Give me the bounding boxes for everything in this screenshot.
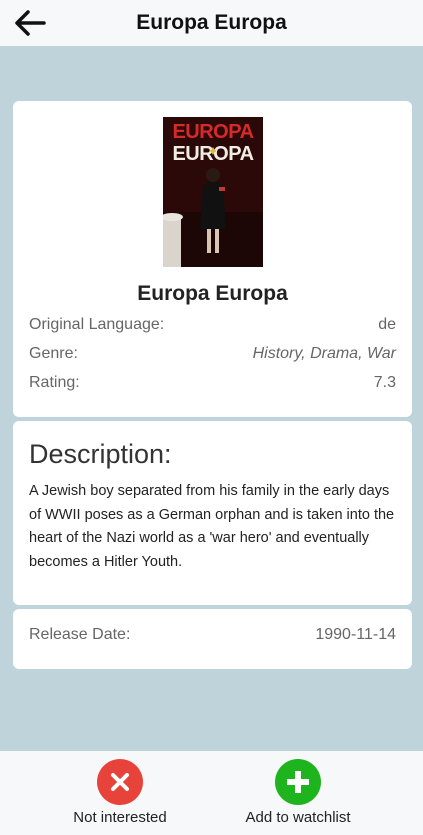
release-row: Release Date: 1990-11-14 [29, 626, 396, 644]
genre-value: History, Drama, War [252, 345, 396, 362]
release-value: 1990-11-14 [315, 626, 396, 643]
page-title: Europa Europa [136, 11, 287, 34]
arrow-left-icon [15, 10, 46, 36]
info-row-rating: Rating: 7.3 [29, 372, 396, 394]
add-to-watchlist-label: Add to watchlist [245, 809, 351, 826]
language-label: Original Language: [29, 316, 165, 333]
back-button[interactable] [12, 8, 48, 38]
rating-label: Rating: [29, 374, 80, 391]
release-label: Release Date: [29, 626, 131, 643]
not-interested-label: Not interested [73, 809, 167, 826]
movie-poster: EUROPA EUROPA [163, 117, 263, 267]
info-row-genre: Genre: History, Drama, War [29, 343, 396, 365]
language-value: de [378, 316, 396, 333]
rating-value: 7.3 [373, 374, 396, 391]
close-circle-icon [97, 759, 143, 805]
description-text: A Jewish boy separated from his family i… [29, 483, 395, 570]
poster-title-line1: EUROPA [172, 121, 253, 143]
movie-info-card: EUROPA EUROPA Europa Europa Original Lan… [13, 101, 412, 417]
genre-label: Genre: [29, 345, 78, 362]
app-bar: Europa Europa [0, 0, 423, 46]
description-heading: Description: [29, 439, 172, 469]
description-card: Description: A Jewish boy separated from… [13, 421, 412, 605]
bottom-action-bar: Not interested Add to watchlist [0, 751, 423, 835]
add-to-watchlist-button[interactable]: Add to watchlist [228, 759, 368, 826]
info-row-language: Original Language: de [29, 314, 396, 336]
poster-artwork: EUROPA EUROPA [163, 117, 263, 267]
not-interested-button[interactable]: Not interested [60, 759, 180, 826]
movie-title: Europa Europa [137, 282, 288, 305]
plus-circle-icon [275, 759, 321, 805]
release-card: Release Date: 1990-11-14 [13, 609, 412, 669]
